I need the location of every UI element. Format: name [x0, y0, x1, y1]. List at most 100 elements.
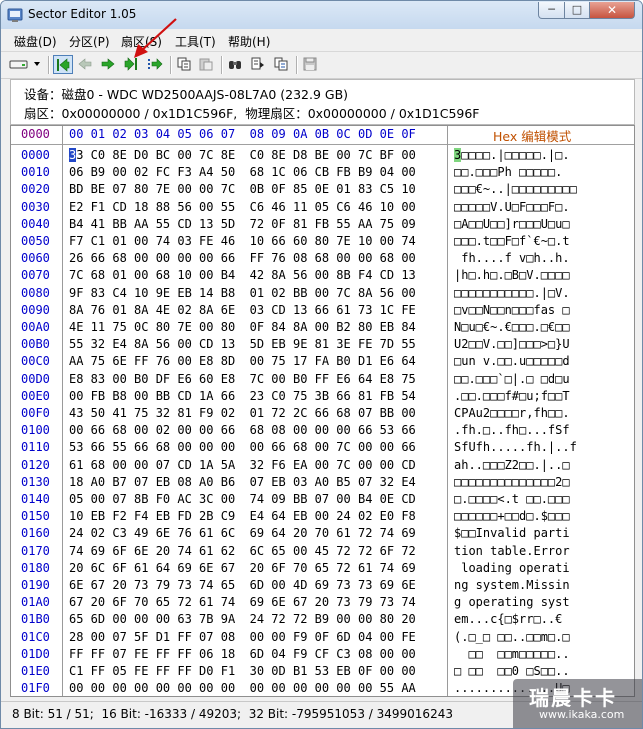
- offset-column-header: 0000: [21, 127, 50, 141]
- hex-header: 0000 00 01 02 03 04 05 06 07 08 09 0A 0B…: [11, 126, 634, 145]
- row-text[interactable]: □□□□□□□□□□□.|□V.: [454, 286, 570, 300]
- row-text[interactable]: SfUfh.....fh.|..f: [454, 440, 577, 454]
- row-offset: 0000: [21, 148, 50, 162]
- row-hex-bytes[interactable]: 8A 76 01 8A 4E 02 8A 6E 03 CD 13 66 61 7…: [69, 303, 416, 317]
- text-cursor[interactable]: 3: [454, 148, 462, 162]
- text-column-header: Hex 编辑模式: [493, 126, 571, 145]
- row-offset: 0070: [21, 268, 50, 283]
- row-offset: 01D0: [21, 646, 50, 661]
- row-hex-bytes[interactable]: 4E 11 75 0C 80 7E 00 80 0F 84 8A 00 B2 8…: [69, 320, 416, 334]
- watermark-brand: 瑞晨卡卡: [529, 686, 617, 710]
- row-text[interactable]: .□□.□□□f#□u;f□□T: [454, 389, 570, 403]
- row-text[interactable]: loading operati: [454, 561, 569, 575]
- row-offset: 01C0: [21, 629, 50, 644]
- sector-line: 扇区：0x00000000 / 0x1D1C596F, 物理扇区：0x00000…: [24, 106, 480, 121]
- row-offset: 00E0: [21, 388, 50, 403]
- annotation-arrow-icon: [134, 18, 177, 58]
- hex-cursor[interactable]: 3: [69, 148, 77, 162]
- row-text[interactable]: □ □□ □□0 □S□□..: [454, 664, 570, 678]
- row-offset: 0120: [21, 457, 50, 472]
- row-hex-bytes[interactable]: 7C 68 01 00 68 10 00 B4 42 8A 56 00 8B F…: [69, 268, 416, 282]
- row-text[interactable]: □□□□□□+□□d□.$□□□: [454, 509, 570, 523]
- row-hex-bytes[interactable]: 10 EB F2 F4 EB FD 2B C9 E4 64 EB 00 24 0…: [69, 509, 416, 523]
- row-text[interactable]: U2□□V.□□]□□□>□}U: [454, 337, 570, 351]
- row-hex-bytes[interactable]: 9F 83 C4 10 9E EB 14 B8 01 02 BB 00 7C 8…: [69, 286, 416, 300]
- row-text[interactable]: tion table.Error: [454, 544, 570, 558]
- row-hex-bytes[interactable]: 18 A0 B7 07 EB 08 A0 B6 07 EB 03 A0 B5 0…: [69, 475, 416, 489]
- row-hex-bytes[interactable]: E8 83 00 B0 DF E6 60 E8 7C 00 B0 FF E6 6…: [69, 372, 416, 386]
- row-offset: 01B0: [21, 612, 50, 627]
- row-text[interactable]: □v□□N□□n□□□fas □: [454, 303, 570, 317]
- row-hex-bytes[interactable]: 00 00 00 00 00 00 00 00 00 00 00 00 00 0…: [69, 681, 416, 695]
- status-text: 8 Bit: 51 / 51; 16 Bit: -16333 / 49203; …: [12, 707, 453, 721]
- row-hex-bytes[interactable]: AA 75 6E FF 76 00 E8 8D 00 75 17 FA B0 D…: [69, 354, 416, 368]
- row-hex-bytes[interactable]: 00 66 68 00 02 00 00 66 68 08 00 00 00 6…: [69, 423, 416, 437]
- row-offset: 0040: [21, 216, 50, 231]
- row-hex-bytes[interactable]: 74 69 6F 6E 20 74 61 62 6C 65 00 45 72 7…: [69, 544, 416, 558]
- row-hex-bytes[interactable]: 00 FB B8 00 BB CD 1A 66 23 C0 75 3B 66 8…: [69, 389, 416, 403]
- row-text[interactable]: □□□.t□□F□f`€~□.t: [454, 234, 570, 248]
- row-hex-bytes[interactable]: 26 66 68 00 00 00 00 66 FF 76 08 68 00 0…: [69, 251, 416, 265]
- row-text[interactable]: ng system.Missin: [454, 578, 570, 592]
- row-offset: 01E0: [21, 664, 50, 678]
- row-hex-bytes[interactable]: C1 FF 05 FE FF FF D0 F1 30 0D B1 53 EB 0…: [69, 664, 416, 678]
- row-hex-bytes[interactable]: 06 B9 00 02 FC F3 A4 50 68 1C 06 CB FB B…: [69, 165, 416, 179]
- row-hex-bytes[interactable]: 67 20 6F 70 65 72 61 74 69 6E 67 20 73 7…: [69, 595, 416, 609]
- row-hex-bytes[interactable]: FF FF 07 FE FF FF 06 18 6D 04 F9 CF C3 0…: [69, 647, 416, 661]
- row-hex-bytes[interactable]: 43 50 41 75 32 81 F9 02 01 72 2C 66 68 0…: [69, 406, 416, 420]
- row-hex-bytes[interactable]: 53 66 55 66 68 00 00 00 00 66 68 00 7C 0…: [69, 440, 416, 454]
- row-text[interactable]: g operating syst: [454, 595, 570, 609]
- row-offset: 0050: [21, 234, 50, 248]
- row-hex-bytes[interactable]: F7 C1 01 00 74 03 FE 46 10 66 60 80 7E 1…: [69, 234, 416, 248]
- row-offset: 0030: [21, 199, 50, 214]
- edit-mode-label: 编辑模式: [517, 129, 572, 144]
- row-hex-bytes[interactable]: E2 F1 CD 18 88 56 00 55 C6 46 11 05 C6 4…: [69, 200, 416, 214]
- row-text[interactable]: □□□□□□□□□□□□□□2□: [454, 475, 570, 489]
- row-text[interactable]: □.□□□□<.t □□.□□□: [454, 492, 570, 506]
- row-text[interactable]: 3□□□□.|□□□□□.|□.: [454, 148, 570, 162]
- byte-columns-header: 00 01 02 03 04 05 06 07 08 09 0A 0B 0C 0…: [69, 127, 416, 141]
- row-offset: 0090: [21, 302, 50, 317]
- row-text[interactable]: □un v.□□.u□□□□□d: [454, 354, 570, 368]
- row-text[interactable]: (.□_□ □□..□□m□.□: [454, 630, 570, 644]
- row-text[interactable]: □□.□□□Ph □□□□□.: [454, 165, 562, 179]
- row-offset: 00A0: [21, 320, 50, 334]
- row-offset: 0060: [21, 251, 50, 266]
- row-hex-bytes[interactable]: 61 68 00 00 07 CD 1A 5A 32 F6 EA 00 7C 0…: [69, 458, 416, 472]
- row-text[interactable]: em...c{□$rr□..€: [454, 612, 570, 626]
- row-hex-bytes[interactable]: 20 6C 6F 61 64 69 6E 67 20 6F 70 65 72 6…: [69, 561, 416, 575]
- row-hex-bytes[interactable]: 28 00 07 5F D1 FF 07 08 00 00 F9 0F 6D 0…: [69, 630, 416, 644]
- row-text[interactable]: ah..□□□Z2□□.|..□: [454, 458, 570, 472]
- hex-label: Hex: [493, 129, 518, 144]
- row-hex-bytes[interactable]: 33 C0 8E D0 BC 00 7C 8E C0 8E D8 BE 00 7…: [69, 148, 416, 162]
- row-hex-bytes[interactable]: B4 41 BB AA 55 CD 13 5D 72 0F 81 FB 55 A…: [69, 217, 416, 231]
- row-text[interactable]: □□.□□□`□|.□ □d□u: [454, 372, 570, 386]
- row-offset: 0140: [21, 492, 50, 506]
- row-text[interactable]: CPAu2□□□□r,fh□□.: [454, 406, 570, 420]
- row-hex-bytes[interactable]: BD BE 07 80 7E 00 00 7C 0B 0F 85 0E 01 8…: [69, 182, 416, 196]
- row-hex-bytes[interactable]: 65 6D 00 00 00 63 7B 9A 24 72 72 B9 00 0…: [69, 612, 416, 626]
- row-offset: 0160: [21, 526, 50, 541]
- row-text[interactable]: $□□Invalid parti: [454, 526, 570, 540]
- row-text[interactable]: fh....f v□h..h.: [454, 251, 569, 265]
- row-text[interactable]: □□ □□m□□□□□..: [454, 647, 569, 661]
- row-hex-bytes[interactable]: 24 02 C3 49 6E 76 61 6C 69 64 20 70 61 7…: [69, 526, 416, 540]
- row-text[interactable]: |h□.h□.□B□V.□□□□: [454, 268, 570, 282]
- row-text[interactable]: .fh.□..fh□...fSf: [454, 423, 570, 437]
- row-offset: 0130: [21, 474, 50, 489]
- row-offset: 0020: [21, 182, 50, 197]
- row-hex-bytes[interactable]: 55 32 E4 8A 56 00 CD 13 5D EB 9E 81 3E F…: [69, 337, 416, 351]
- row-text[interactable]: □□□□□V.U□F□□□F□.: [454, 200, 570, 214]
- row-offset: 00B0: [21, 337, 50, 352]
- row-offset: 0100: [21, 423, 50, 438]
- row-offset: 0010: [21, 165, 50, 180]
- row-text[interactable]: □A□□U□□]r□□□U□u□: [454, 217, 570, 231]
- row-hex-bytes[interactable]: 05 00 07 8B F0 AC 3C 00 74 09 BB 07 00 B…: [69, 492, 416, 506]
- row-offset: 0190: [21, 578, 50, 592]
- row-hex-bytes[interactable]: 6E 67 20 73 79 73 74 65 6D 00 4D 69 73 7…: [69, 578, 416, 592]
- row-text[interactable]: N□u□€~.€□□□.□€□□: [454, 320, 570, 334]
- hex-editor[interactable]: 0000 00 01 02 03 04 05 06 07 08 09 0A 0B…: [10, 125, 635, 697]
- watermark: 瑞晨卡卡 www.ikaka.com: [513, 679, 642, 728]
- row-text[interactable]: □□□€~..|□□□□□□□□□: [454, 182, 577, 196]
- row-offset: 00F0: [21, 406, 50, 420]
